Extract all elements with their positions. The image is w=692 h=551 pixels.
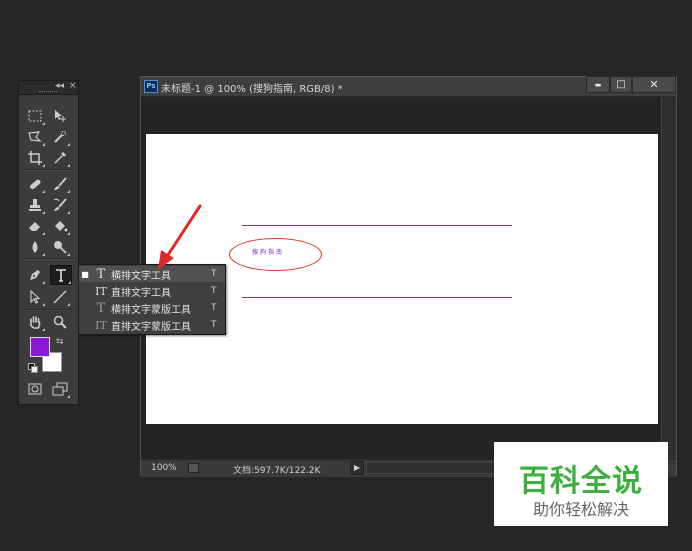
flyout-item-shortcut: T (211, 320, 217, 330)
photoshop-logo-icon: Ps (144, 80, 158, 93)
panel-grip[interactable] (39, 91, 57, 93)
document-title-bar[interactable]: Ps 未标题-1 @ 100% (搜狗指南, RGB/8) * ▬ □ ✕ (141, 76, 676, 97)
clone-stamp-tool-icon (29, 199, 41, 211)
foreground-color-swatch[interactable] (30, 337, 50, 357)
flyout-item-horizontal-type-mask[interactable]: T 横排文字蒙版工具 T (79, 300, 225, 316)
flyout-item-label: 横排文字蒙版工具 (111, 304, 191, 316)
default-colors-icon[interactable] (28, 363, 38, 373)
quick-selection-tool-button[interactable] (50, 128, 70, 146)
horizontal-type-mask-icon: T (96, 300, 106, 316)
line-tool-icon (53, 290, 67, 304)
pen-tool-icon (30, 270, 40, 280)
paint-bucket-tool-button[interactable] (50, 217, 70, 235)
flyout-item-vertical-type-mask[interactable]: IT 直排文字蒙版工具 T (79, 317, 225, 333)
history-brush-tool-icon (53, 198, 67, 211)
watermark-title: 百科全说 (519, 464, 643, 499)
path-selection-tool-icon (30, 289, 41, 304)
history-brush-tool-button[interactable] (50, 196, 70, 214)
document-size-info: 文档:597.7K/122.2K (233, 466, 321, 476)
zoom-tool-icon (53, 315, 67, 329)
type-tool-flyout-menu: ■ T 横排文字工具 T IT 直排文字工具 T T 横排文字蒙版工具 T IT… (78, 264, 226, 335)
blur-tool-icon (32, 241, 38, 253)
line-tool-button[interactable] (50, 288, 70, 306)
tools-panel-header[interactable]: ◂◂ × (19, 81, 78, 95)
lasso-tool-icon (28, 131, 42, 142)
screen-mode-button[interactable] (50, 380, 70, 398)
pen-tool-button[interactable] (25, 266, 45, 284)
red-arrow-annotation (158, 204, 202, 270)
move-tool-button[interactable] (50, 107, 70, 125)
quick-mask-icon (28, 383, 42, 395)
spot-healing-tool-button[interactable] (25, 175, 45, 193)
screen-mode-icon (52, 382, 68, 396)
vertical-type-mask-icon: IT (95, 318, 107, 332)
swap-colors-icon[interactable]: ⇆ (56, 337, 64, 347)
eraser-tool-icon (29, 222, 40, 231)
lasso-tool-button[interactable] (25, 128, 45, 146)
horizontal-type-icon: T (96, 266, 106, 282)
hand-tool-icon (30, 316, 41, 329)
tools-panel: ◂◂ × ⇆ (18, 80, 79, 405)
crop-tool-button[interactable] (25, 149, 45, 167)
brush-tool-icon (54, 177, 67, 190)
blur-tool-button[interactable] (25, 238, 45, 256)
close-window-button[interactable]: ✕ (632, 76, 676, 93)
zoom-tool-button[interactable] (50, 313, 70, 331)
move-tool-icon (55, 110, 66, 122)
quick-selection-tool-icon (54, 131, 66, 143)
marquee-tool-icon (28, 110, 42, 122)
bottom-guide-line (242, 297, 512, 298)
clone-stamp-tool-button[interactable] (25, 196, 45, 214)
watermark-logo: 百科全说 助你轻松解决 (494, 442, 668, 526)
hand-tool-button[interactable] (25, 313, 45, 331)
dodge-tool-icon (54, 241, 67, 254)
status-menu-arrow-button[interactable]: ▶ (350, 461, 364, 475)
maximize-button[interactable]: □ (610, 76, 632, 93)
type-tool-icon (56, 269, 66, 282)
zoom-level[interactable]: 100% (151, 463, 177, 473)
flyout-item-label: 直排文字工具 (111, 287, 171, 299)
canvas-text-layer[interactable]: 搜狗指南 (252, 247, 284, 256)
eyedropper-tool-button[interactable] (50, 149, 70, 167)
path-selection-tool-button[interactable] (25, 288, 45, 306)
crop-tool-icon (28, 151, 42, 165)
status-info-icon[interactable] (188, 463, 199, 473)
selected-bullet-icon: ■ (81, 269, 89, 279)
spot-healing-tool-icon (30, 179, 41, 190)
marquee-tool-button[interactable] (25, 107, 45, 125)
document-title: 未标题-1 @ 100% (搜狗指南, RGB/8) * (161, 84, 343, 95)
eyedropper-tool-icon (54, 152, 66, 164)
close-panel-button[interactable]: × (69, 81, 77, 92)
brush-tool-button[interactable] (50, 175, 70, 193)
vertical-scrollbar[interactable] (661, 97, 676, 459)
flyout-item-shortcut: T (211, 269, 217, 279)
dodge-tool-button[interactable] (50, 238, 70, 256)
flyout-item-shortcut: T (211, 286, 217, 296)
top-guide-line (242, 225, 512, 226)
eraser-tool-button[interactable] (25, 217, 45, 235)
minimize-button[interactable]: ▬ (586, 76, 610, 93)
watermark-subtitle: 助你轻松解决 (532, 500, 629, 519)
vertical-type-icon: IT (95, 284, 107, 298)
flyout-item-label: 直排文字蒙版工具 (111, 321, 191, 333)
type-tool-button[interactable] (50, 265, 72, 285)
paint-bucket-tool-icon (55, 221, 68, 232)
flyout-item-vertical-type[interactable]: IT 直排文字工具 T (79, 283, 225, 299)
flyout-item-shortcut: T (211, 303, 217, 313)
quick-mask-button[interactable] (25, 380, 45, 398)
